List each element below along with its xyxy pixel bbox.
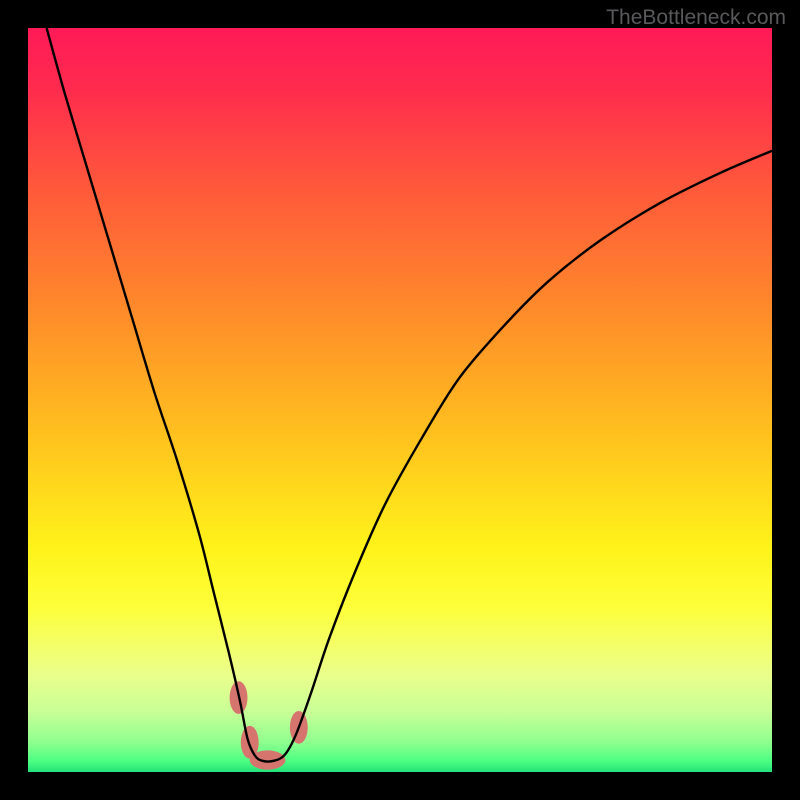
curve-layer (28, 28, 772, 772)
plot-area (28, 28, 772, 772)
bottleneck-curve (47, 28, 772, 762)
watermark-text: TheBottleneck.com (606, 6, 786, 30)
markers-group (230, 681, 308, 770)
chart-frame: TheBottleneck.com (0, 0, 800, 800)
marker-valley (250, 750, 286, 769)
